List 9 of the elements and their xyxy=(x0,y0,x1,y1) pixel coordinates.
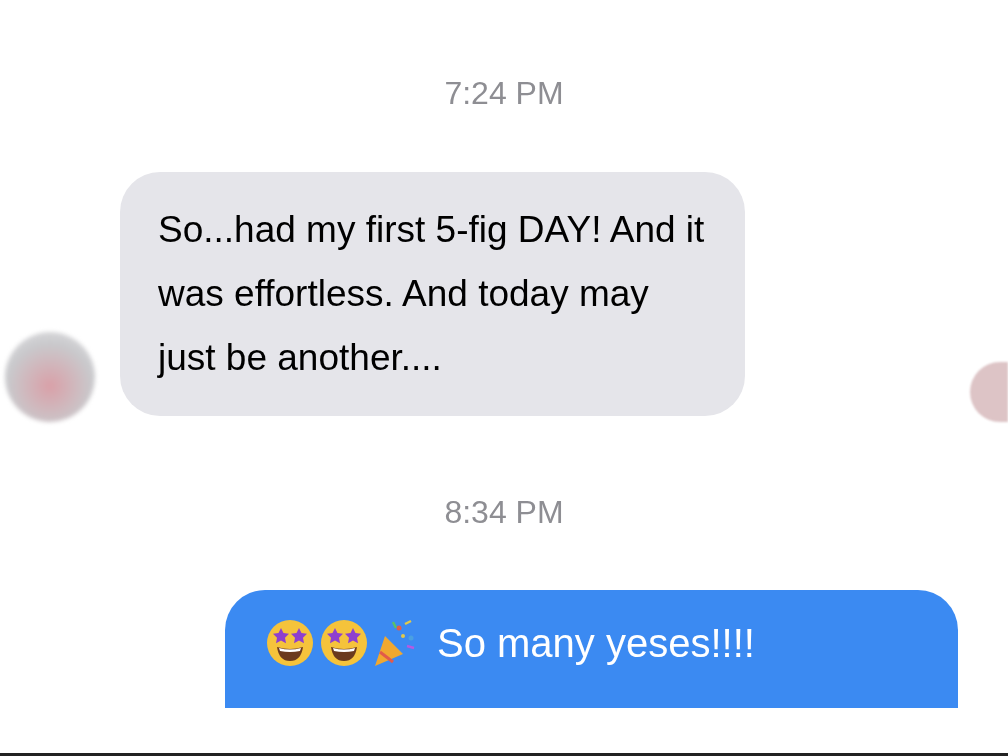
avatar[interactable] xyxy=(5,332,95,422)
message-timestamp: 8:34 PM xyxy=(444,493,564,532)
message-timestamp: 7:24 PM xyxy=(444,74,564,113)
incoming-message-bubble: So...had my first 5-fig DAY! And it was effortless. And today may just be another.... xyxy=(120,172,745,416)
avatar[interactable] xyxy=(970,362,1008,422)
message-text: So many yeses!!!! xyxy=(437,620,755,666)
star-struck-face-icon xyxy=(319,618,369,668)
star-struck-face-icon xyxy=(265,618,315,668)
party-popper-icon xyxy=(373,618,417,668)
